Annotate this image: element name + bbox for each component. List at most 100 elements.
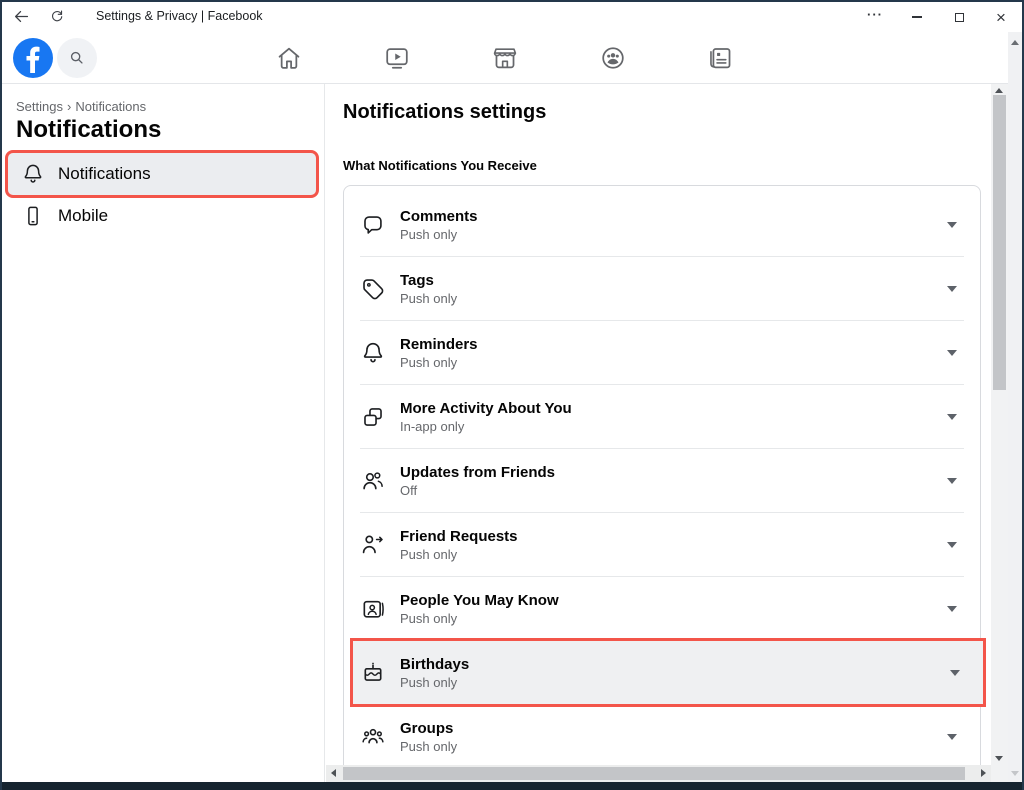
refresh-button[interactable]	[42, 1, 72, 31]
chevron-down-icon	[947, 606, 957, 612]
sidebar-menu: Notifications Mobile	[8, 153, 316, 237]
facebook-logo[interactable]	[13, 38, 53, 78]
row-text: Groups Push only	[400, 719, 457, 755]
row-subtitle: Push only	[400, 738, 457, 755]
notification-row-friend-requests[interactable]: Friend Requests Push only	[344, 513, 980, 576]
news-icon	[707, 44, 735, 72]
row-title: Updates from Friends	[400, 463, 555, 482]
nav-item-home[interactable]	[275, 44, 303, 72]
row-title: Tags	[400, 271, 457, 290]
scroll-left-arrow-icon[interactable]	[331, 769, 336, 777]
chevron-down-icon	[947, 478, 957, 484]
refresh-icon	[49, 8, 65, 24]
search-icon	[68, 49, 86, 67]
nav-item-marketplace[interactable]	[491, 44, 519, 72]
chevron-down-icon	[947, 734, 957, 740]
window-vertical-scrollbar[interactable]	[1008, 32, 1022, 782]
groups-nav-icon	[599, 44, 627, 72]
nav-item-watch[interactable]	[383, 44, 411, 72]
activity-icon	[360, 404, 386, 430]
chevron-down-icon	[947, 222, 957, 228]
sidebar-item-label: Notifications	[58, 164, 151, 184]
sidebar-item-notifications[interactable]: Notifications	[8, 153, 316, 195]
row-text: More Activity About You In-app only	[400, 399, 572, 435]
maximize-button[interactable]	[938, 2, 980, 32]
expand-dropdown-button[interactable]	[940, 533, 964, 557]
row-subtitle: Push only	[400, 226, 478, 243]
notification-settings-card: Comments Push only Tags Push only Remind…	[343, 185, 981, 765]
row-title: Comments	[400, 207, 478, 226]
expand-dropdown-button[interactable]	[940, 597, 964, 621]
main-nav	[275, 32, 735, 83]
chevron-down-icon	[947, 542, 957, 548]
nav-item-news[interactable]	[707, 44, 735, 72]
expand-dropdown-button[interactable]	[940, 341, 964, 365]
minimize-icon	[912, 16, 922, 17]
notification-row-more-activity-about-you[interactable]: More Activity About You In-app only	[344, 385, 980, 448]
search-button[interactable]	[57, 38, 97, 78]
horizontal-scrollbar[interactable]	[326, 765, 991, 782]
row-title: More Activity About You	[400, 399, 572, 418]
row-subtitle: In-app only	[400, 418, 572, 435]
row-subtitle: Push only	[400, 546, 518, 563]
sidebar-title: Notifications	[16, 116, 308, 144]
main-content: Notifications settings What Notification…	[326, 84, 991, 765]
row-text: Friend Requests Push only	[400, 527, 518, 563]
home-icon	[275, 44, 303, 72]
watch-icon	[383, 44, 411, 72]
expand-dropdown-button[interactable]	[943, 661, 967, 685]
nav-item-groups[interactable]	[599, 44, 627, 72]
section-title: What Notifications You Receive	[343, 158, 991, 173]
maximize-icon	[955, 13, 964, 22]
notification-row-reminders[interactable]: Reminders Push only	[344, 321, 980, 384]
window-scroll-up-arrow-icon[interactable]	[1011, 40, 1019, 45]
notification-row-updates-from-friends[interactable]: Updates from Friends Off	[344, 449, 980, 512]
chevron-down-icon	[950, 670, 960, 676]
notification-row-groups[interactable]: Groups Push only	[344, 705, 980, 765]
back-arrow-icon	[12, 7, 31, 26]
horizontal-scrollbar-thumb[interactable]	[343, 767, 965, 780]
breadcrumb: Settings›Notifications	[16, 99, 308, 114]
bell-icon	[21, 162, 45, 186]
row-subtitle: Off	[400, 482, 555, 499]
window-border-left	[0, 0, 2, 790]
back-button[interactable]	[6, 1, 36, 31]
row-text: Birthdays Push only	[400, 655, 469, 691]
more-options-button[interactable]: ···	[854, 2, 896, 32]
row-title: Birthdays	[400, 655, 469, 674]
more-options-icon: ···	[867, 7, 883, 22]
window-title: Settings & Privacy | Facebook	[96, 9, 263, 23]
row-title: People You May Know	[400, 591, 559, 610]
breadcrumb-settings-link[interactable]: Settings	[16, 99, 63, 114]
page-title: Notifications settings	[343, 100, 991, 124]
window-controls: ··· ×	[854, 2, 1022, 32]
content-vertical-scrollbar[interactable]	[991, 84, 1008, 765]
sidebar-item-mobile[interactable]: Mobile	[8, 195, 316, 237]
minimize-button[interactable]	[896, 2, 938, 32]
row-subtitle: Push only	[400, 354, 478, 371]
content-scrollbar-thumb[interactable]	[993, 95, 1006, 390]
notification-row-tags[interactable]: Tags Push only	[344, 257, 980, 320]
window-scroll-down-arrow-icon[interactable]	[1011, 771, 1019, 776]
people-card-icon	[360, 596, 386, 622]
close-button[interactable]: ×	[980, 2, 1022, 32]
window-border-top	[0, 0, 1024, 2]
birthday-cake-icon	[360, 660, 386, 686]
window-bottom-edge	[0, 782, 1024, 790]
scroll-right-arrow-icon[interactable]	[981, 769, 986, 777]
expand-dropdown-button[interactable]	[940, 469, 964, 493]
row-subtitle: Push only	[400, 674, 469, 691]
marketplace-icon	[491, 44, 519, 72]
notification-row-people-you-may-know[interactable]: People You May Know Push only	[344, 577, 980, 640]
notification-row-comments[interactable]: Comments Push only	[344, 193, 980, 256]
row-text: Reminders Push only	[400, 335, 478, 371]
scroll-up-arrow-icon[interactable]	[995, 88, 1003, 93]
expand-dropdown-button[interactable]	[940, 405, 964, 429]
expand-dropdown-button[interactable]	[940, 725, 964, 749]
expand-dropdown-button[interactable]	[940, 277, 964, 301]
facebook-header	[0, 32, 1024, 84]
expand-dropdown-button[interactable]	[940, 213, 964, 237]
comment-icon	[360, 212, 386, 238]
notification-row-birthdays[interactable]: Birthdays Push only	[353, 641, 983, 704]
scroll-down-arrow-icon[interactable]	[995, 756, 1003, 761]
